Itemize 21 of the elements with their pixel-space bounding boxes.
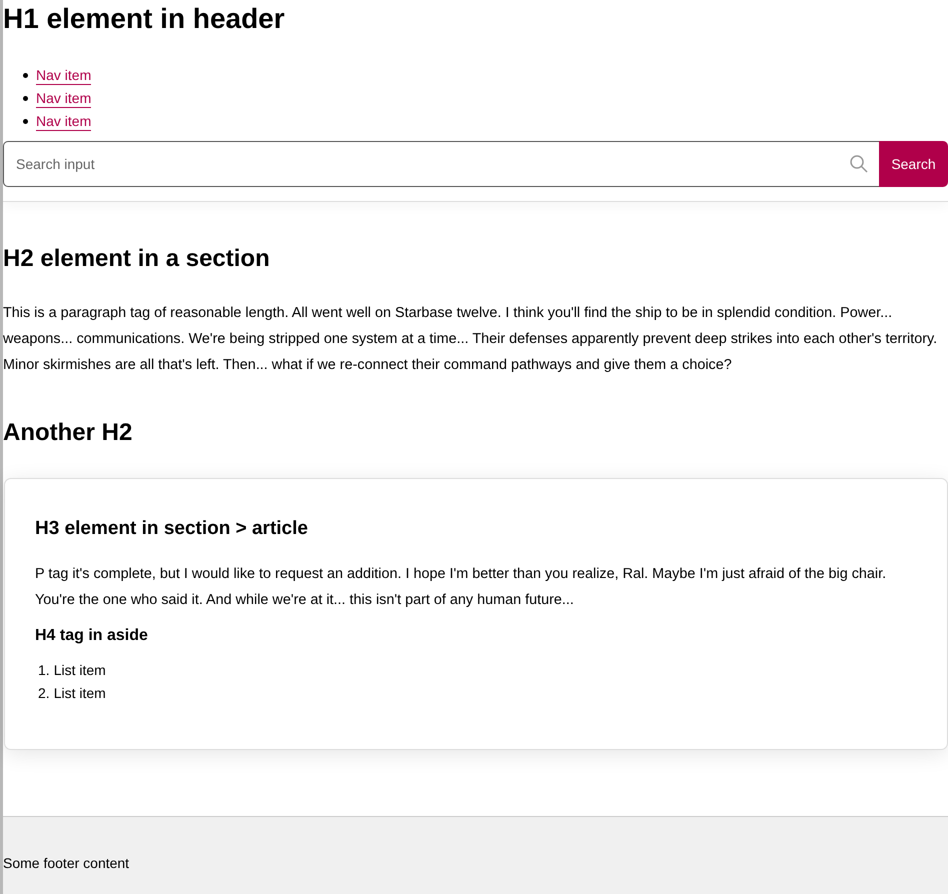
- list-item: List item: [54, 684, 106, 703]
- list-number: 2.: [38, 684, 50, 703]
- bullet-icon: [23, 119, 28, 124]
- section-heading: H2 element in a section: [3, 244, 271, 274]
- footer-text: Some footer content: [3, 855, 130, 871]
- list-number: 1.: [38, 661, 50, 680]
- search-icon: [849, 154, 869, 174]
- article-paragraph: P tag it's complete, but I would like to request an addition. I hope I'm better than you realize, Ral. Maybe I'm just afraid of the big chair. You're the one who said it. And while we're at it... this isn't part of any human future...: [35, 565, 888, 610]
- bullet-icon: [23, 73, 28, 78]
- nav-link[interactable]: Nav item: [36, 66, 92, 84]
- article-heading: H3 element in section > article: [35, 517, 309, 541]
- nav-link[interactable]: Nav item: [36, 112, 92, 130]
- bullet-icon: [23, 96, 28, 101]
- page-title: H1 element in header: [3, 2, 286, 36]
- section-heading: Another H2: [3, 418, 134, 448]
- aside-heading: H4 tag in aside: [35, 627, 149, 645]
- list-item: List item: [54, 661, 106, 680]
- search-button[interactable]: Search: [879, 141, 948, 187]
- nav-link[interactable]: Nav item: [36, 90, 92, 108]
- search-field[interactable]: Search input: [3, 141, 879, 187]
- section-paragraph: This is a paragraph tag of reasonable length. All went well on Starbase twelve. I think you'll find the ship to be in splendid condition. Power... weapons... communications. We're being stripped one system at a time... Their defenses apparently prevent deep strikes into each other's territory. Minor skirmishes are all that's left. Then... what if we re-connect their command pathways and give them a choice?: [3, 304, 938, 375]
